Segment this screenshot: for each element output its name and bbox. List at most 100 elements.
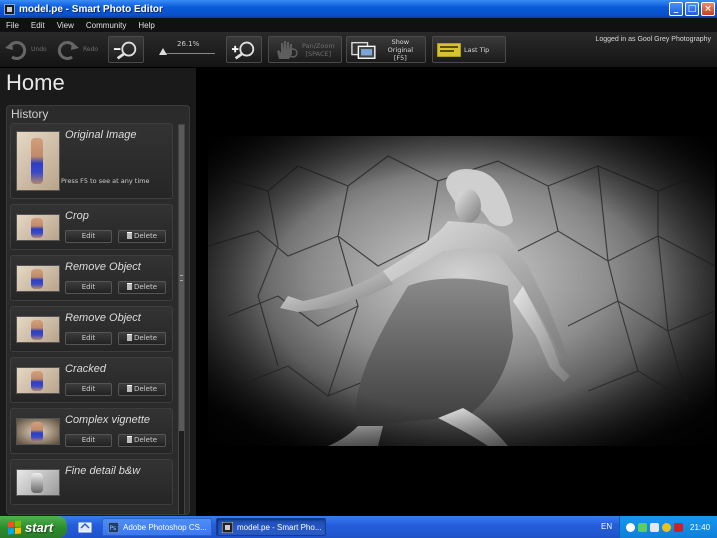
- app-icon: [4, 3, 15, 15]
- history-item-label: Original Image: [65, 129, 137, 141]
- canvas-area[interactable]: [196, 68, 717, 516]
- edit-button[interactable]: Edit: [65, 281, 112, 294]
- task-label: Adobe Photoshop CS...: [123, 522, 207, 532]
- toolbar: Undo Redo 26.1% Pan/Zoom [SPACE] Show Or…: [0, 32, 717, 68]
- network-icon[interactable]: [638, 522, 647, 532]
- task-label: model.pe - Smart Pho...: [237, 522, 322, 532]
- maximize-button[interactable]: □: [685, 2, 699, 16]
- history-item-remove-object[interactable]: Remove Object Edit Delete: [10, 255, 173, 301]
- svg-text:Ps: Ps: [110, 525, 117, 532]
- menu-help[interactable]: Help: [138, 21, 154, 30]
- history-item-label: Complex vignette: [65, 414, 150, 426]
- delete-label: Delete: [134, 232, 157, 240]
- antivirus-icon[interactable]: [674, 522, 683, 532]
- task-smart-photo-editor[interactable]: model.pe - Smart Pho...: [216, 518, 326, 536]
- minimize-button[interactable]: _: [669, 2, 683, 16]
- history-thumbnail: [16, 469, 60, 496]
- pan-zoom-button[interactable]: Pan/Zoom [SPACE]: [268, 36, 342, 63]
- last-tip-label: Last Tip: [464, 45, 490, 54]
- menu-bar: File Edit View Community Help: [0, 18, 717, 32]
- language-indicator[interactable]: EN: [601, 522, 612, 531]
- menu-community[interactable]: Community: [86, 21, 126, 30]
- zoom-in-button[interactable]: [226, 36, 262, 63]
- trash-icon: [127, 436, 132, 443]
- zoom-thumb[interactable]: [159, 48, 167, 55]
- redo-button[interactable]: Redo: [56, 36, 98, 63]
- show-original-label: Show Original: [387, 37, 414, 54]
- history-item-label: Remove Object: [65, 312, 141, 324]
- history-thumbnail: [16, 418, 60, 445]
- zoom-slider[interactable]: 26.1%: [155, 40, 215, 62]
- history-thumbnail: [16, 214, 60, 241]
- history-title: History: [11, 107, 49, 121]
- delete-button[interactable]: Delete: [118, 383, 166, 396]
- history-item-note: Press F5 to see at any time: [61, 177, 150, 185]
- security-icon[interactable]: [662, 522, 671, 532]
- windows-logo-icon: [8, 520, 21, 534]
- history-item-remove-object[interactable]: Remove Object Edit Delete: [10, 306, 173, 352]
- page-title: Home: [6, 70, 65, 95]
- clock: 21:40: [690, 522, 711, 532]
- edit-button[interactable]: Edit: [65, 230, 112, 243]
- history-thumbnail: [16, 316, 60, 343]
- undo-button[interactable]: Undo: [4, 36, 47, 63]
- zoom-in-icon: [231, 41, 255, 59]
- window-title-bar[interactable]: model.pe - Smart Photo Editor _ □ ×: [0, 0, 717, 18]
- show-original-key: [F5]: [393, 53, 407, 62]
- tray-arrow-icon[interactable]: [626, 522, 635, 532]
- trash-icon: [127, 232, 132, 239]
- zoom-value: 26.1%: [177, 40, 200, 48]
- history-item-complex-vignette[interactable]: Complex vignette Edit Delete: [10, 408, 173, 454]
- delete-button[interactable]: Delete: [118, 281, 166, 294]
- start-button[interactable]: start: [0, 516, 67, 538]
- trash-icon: [127, 283, 132, 290]
- delete-button[interactable]: Delete: [118, 230, 166, 243]
- delete-label: Delete: [134, 436, 157, 444]
- history-item-label: Cracked: [65, 363, 106, 375]
- system-tray: 21:40: [619, 516, 717, 538]
- redo-icon: [57, 40, 79, 60]
- pan-zoom-key: [SPACE]: [305, 49, 332, 58]
- trash-icon: [127, 334, 132, 341]
- edit-button[interactable]: Edit: [65, 332, 112, 345]
- last-tip-button[interactable]: Last Tip: [432, 36, 506, 63]
- history-item-label: Remove Object: [65, 261, 141, 273]
- volume-icon[interactable]: [650, 522, 659, 532]
- history-panel: History Original Image Press F5 to see a…: [6, 105, 190, 515]
- left-panel: Home History Original Image Press F5 to …: [0, 68, 196, 516]
- history-thumbnail: [16, 265, 60, 292]
- quick-launch-icon[interactable]: [78, 520, 92, 533]
- history-item-cracked[interactable]: Cracked Edit Delete: [10, 357, 173, 403]
- trash-icon: [127, 385, 132, 392]
- history-item-label: Crop: [65, 210, 89, 222]
- app-icon: [222, 521, 233, 533]
- edit-button[interactable]: Edit: [65, 434, 112, 447]
- show-original-icon: [351, 41, 376, 59]
- hand-icon: [277, 40, 298, 59]
- pan-zoom-label: Pan/Zoom: [302, 41, 335, 50]
- delete-button[interactable]: Delete: [118, 332, 166, 345]
- delete-label: Delete: [134, 283, 157, 291]
- menu-file[interactable]: File: [6, 21, 19, 30]
- task-photoshop[interactable]: Ps Adobe Photoshop CS...: [102, 518, 212, 536]
- menu-view[interactable]: View: [57, 21, 74, 30]
- history-thumbnail: [16, 367, 60, 394]
- start-label: start: [25, 519, 54, 535]
- history-thumbnail: [16, 131, 60, 191]
- delete-button[interactable]: Delete: [118, 434, 166, 447]
- close-button[interactable]: ×: [701, 2, 715, 16]
- delete-label: Delete: [134, 385, 157, 393]
- show-original-button[interactable]: Show Original [F5]: [346, 36, 426, 63]
- redo-label: Redo: [83, 46, 99, 53]
- history-item-original[interactable]: Original Image Press F5 to see at any ti…: [10, 123, 173, 199]
- edit-button[interactable]: Edit: [65, 383, 112, 396]
- scrollbar-thumb[interactable]: [179, 125, 184, 431]
- history-item-label: Fine detail b&w: [65, 465, 141, 477]
- zoom-out-button[interactable]: [108, 36, 144, 63]
- logged-in-status: Logged in as Gool Grey Photography: [595, 36, 711, 43]
- history-scrollbar[interactable]: [178, 124, 185, 514]
- photo-image: [208, 136, 715, 446]
- history-item-crop[interactable]: Crop Edit Delete: [10, 204, 173, 250]
- menu-edit[interactable]: Edit: [31, 21, 45, 30]
- history-item-fine-detail-bw[interactable]: Fine detail b&w: [10, 459, 173, 505]
